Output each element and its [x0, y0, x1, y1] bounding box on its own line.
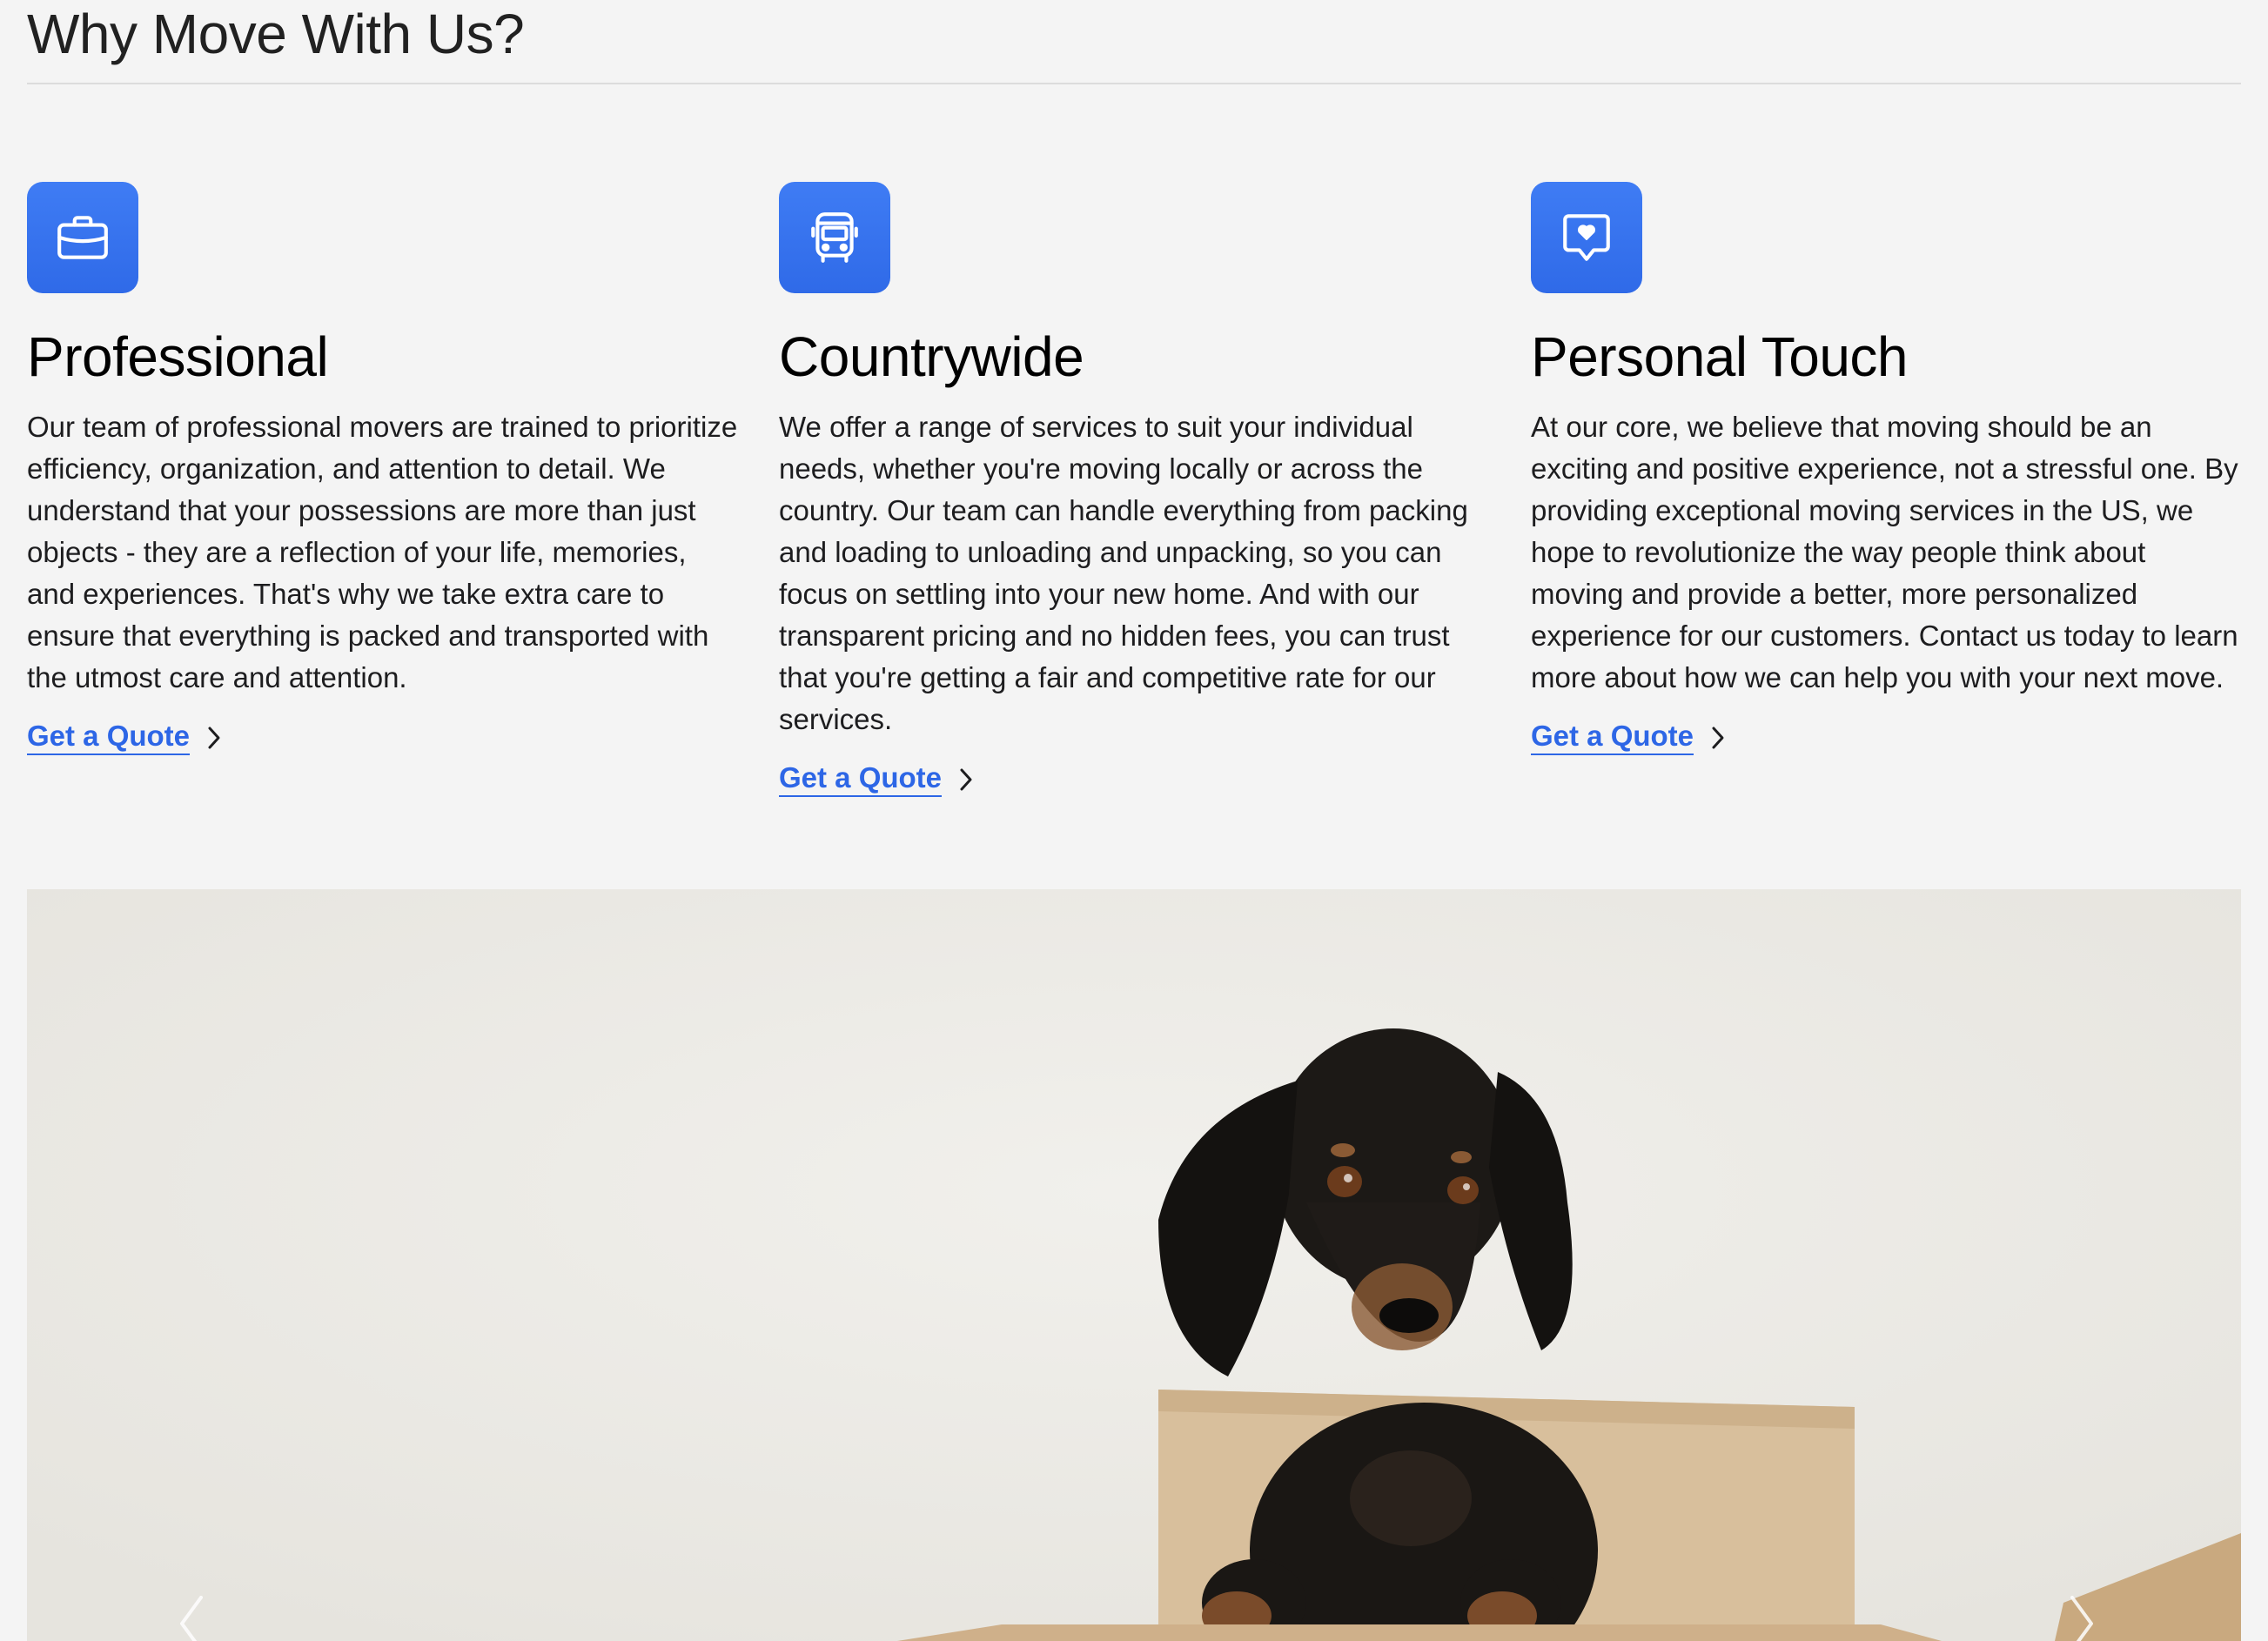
section-divider — [27, 83, 2241, 84]
chevron-right-icon — [960, 768, 972, 791]
get-quote-label: Get a Quote — [779, 761, 943, 798]
chevron-left-icon — [180, 1596, 203, 1641]
feature-title: Personal Touch — [1531, 325, 1909, 388]
get-quote-link[interactable]: Get a Quote — [27, 720, 223, 756]
carousel-image — [27, 889, 2241, 1641]
feature-title: Professional — [27, 325, 329, 388]
feature-description: We offer a range of services to suit you… — [779, 411, 1468, 736]
carousel-prev-button[interactable] — [166, 1589, 218, 1641]
get-quote-link[interactable]: Get a Quote — [779, 761, 975, 798]
heart-message-icon — [1531, 182, 1642, 293]
section-title: Why Move With Us? — [27, 3, 525, 65]
feature-description: Our team of professional movers are trai… — [27, 411, 738, 694]
feature-description: At our core, we believe that moving shou… — [1531, 411, 2238, 694]
briefcase-icon — [27, 182, 138, 293]
carousel-next-button[interactable] — [2055, 1589, 2107, 1641]
bus-icon — [779, 182, 890, 293]
get-quote-label: Get a Quote — [1531, 720, 1694, 756]
chevron-right-icon — [208, 727, 220, 749]
feature-personal-touch: Personal Touch At our core, we believe t… — [1531, 182, 2245, 756]
chevron-right-icon — [1712, 727, 1724, 749]
feature-title: Countrywide — [779, 325, 1084, 388]
chevron-right-icon — [2070, 1596, 2093, 1641]
feature-countrywide: Countrywide We offer a range of services… — [779, 182, 1493, 798]
feature-professional: Professional Our team of professional mo… — [27, 182, 741, 756]
get-quote-label: Get a Quote — [27, 720, 191, 756]
dachshund-photo — [27, 889, 2241, 1641]
get-quote-link[interactable]: Get a Quote — [1531, 720, 1727, 756]
